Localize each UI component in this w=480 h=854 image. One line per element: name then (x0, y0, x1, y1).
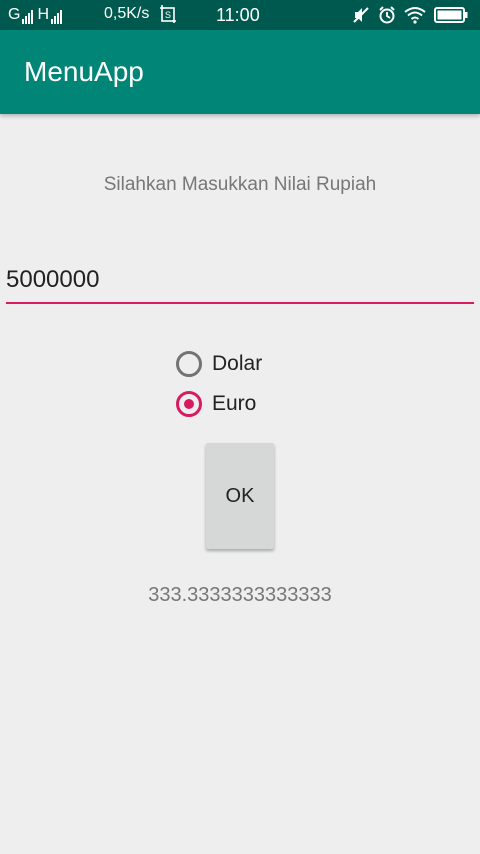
mute-icon (353, 7, 369, 23)
prompt-label: Silahkan Masukkan Nilai Rupiah (103, 174, 377, 195)
radio-unchecked-icon[interactable] (176, 351, 202, 377)
clock: 11:00 (216, 5, 260, 25)
status-bar: G H 0,5K/s S 11:00 (0, 0, 480, 30)
wifi-icon (404, 7, 426, 24)
battery-icon (434, 7, 468, 23)
signal-1-icon (22, 10, 34, 24)
rupiah-amount-input[interactable] (6, 258, 474, 304)
radio-label-dolar[interactable]: Dolar (212, 352, 262, 376)
app-bar: MenuApp (0, 30, 480, 114)
radio-label-euro[interactable]: Euro (212, 392, 256, 416)
screenshot-icon: S (160, 5, 176, 23)
signal-2-label: H (37, 6, 50, 23)
ok-button[interactable]: OK (206, 443, 274, 549)
currency-radio-group: Dolar Euro (176, 344, 262, 424)
radio-option-euro[interactable]: Euro (176, 384, 262, 424)
svg-text:S: S (165, 10, 171, 20)
alarm-icon (379, 6, 395, 24)
signal-2-icon (51, 10, 63, 24)
net-speed: 0,5K/s (104, 5, 150, 22)
radio-checked-icon[interactable] (176, 391, 202, 417)
signal-indicators: G H (8, 6, 64, 24)
system-icons (352, 6, 468, 24)
app-title: MenuApp (24, 56, 144, 87)
conversion-result: 333.3333333333333 (148, 584, 332, 606)
radio-option-dolar[interactable]: Dolar (176, 344, 262, 384)
signal-1-label: G (8, 6, 21, 23)
